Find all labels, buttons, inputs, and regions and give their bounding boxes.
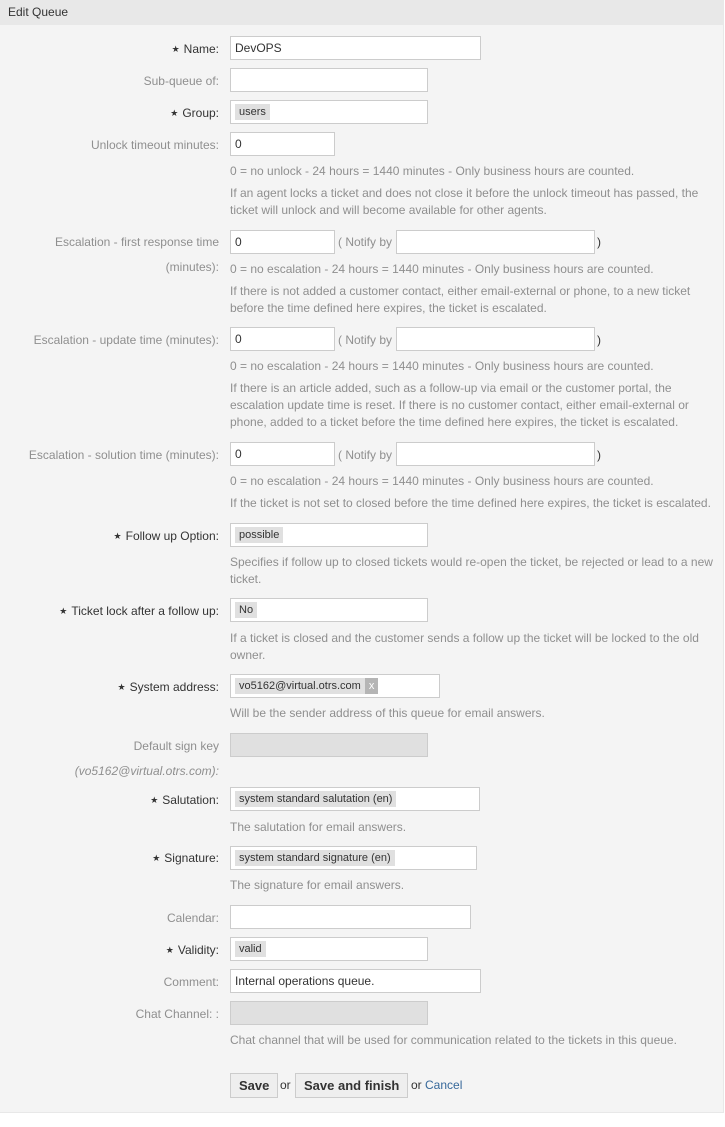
follow-up-selected-value: possible: [235, 527, 284, 543]
first-response-description: If there is not added a customer contact…: [230, 284, 691, 315]
required-star-icon: ★: [113, 531, 122, 542]
close-paren: ): [597, 333, 601, 347]
chat-channel-label: Chat Channel: :: [135, 1007, 219, 1021]
validity-select[interactable]: valid: [230, 937, 428, 961]
subqueue-select[interactable]: [230, 68, 428, 92]
first-response-label: Escalation - first response time: [54, 235, 219, 249]
update-time-notify-select[interactable]: [396, 327, 595, 351]
chat-channel-select[interactable]: [230, 1001, 428, 1025]
notify-by-label: ( Notify by: [338, 235, 393, 249]
unlock-timeout-description: If an agent locks a ticket and does not …: [230, 186, 699, 217]
required-star-icon: ★: [150, 795, 159, 806]
cancel-link[interactable]: Cancel: [425, 1078, 462, 1092]
signature-selected-value: system standard signature (en): [235, 850, 395, 866]
name-input[interactable]: DevOPS: [230, 36, 481, 60]
signature-description: The signature for email answers.: [230, 878, 405, 892]
solution-time-notify-select[interactable]: [396, 442, 595, 466]
first-response-notify-select[interactable]: [396, 230, 595, 254]
unlock-timeout-hint: 0 = no unlock - 24 hours = 1440 minutes …: [230, 164, 635, 178]
first-response-time-input[interactable]: 0: [230, 230, 335, 254]
save-and-finish-button[interactable]: Save and finish: [295, 1073, 409, 1098]
solution-time-input[interactable]: 0: [230, 442, 335, 466]
salutation-selected-value: system standard salutation (en): [235, 791, 397, 807]
notify-by-label: ( Notify by: [338, 333, 393, 347]
close-paren: ): [597, 448, 601, 462]
ticket-lock-description: If a ticket is closed and the customer s…: [230, 631, 699, 662]
salutation-description: The salutation for email answers.: [230, 820, 407, 834]
group-label: ★ Group:: [170, 106, 219, 120]
solution-time-description: If the ticket is not set to closed befor…: [230, 496, 711, 510]
system-address-label: ★ System address:: [117, 680, 219, 694]
signature-label: ★ Signature:: [152, 851, 219, 865]
first-response-hint: 0 = no escalation - 24 hours = 1440 minu…: [230, 262, 654, 276]
update-time-description: If there is an article added, such as a …: [230, 381, 689, 429]
system-address-description: Will be the sender address of this queue…: [230, 706, 545, 720]
signature-select[interactable]: system standard signature (en): [230, 846, 477, 870]
calendar-label: Calendar:: [166, 911, 219, 925]
remove-selection-icon[interactable]: x: [364, 678, 379, 694]
calendar-select[interactable]: [230, 905, 471, 929]
close-paren: ): [597, 235, 601, 249]
edit-queue-panel: Edit Queue ★ Name: DevOPS Sub-queue of: ★…: [0, 0, 724, 1113]
follow-up-label: ★ Follow up Option:: [113, 529, 219, 543]
save-button[interactable]: Save: [230, 1073, 279, 1098]
chat-channel-description: Chat channel that will be used for commu…: [230, 1033, 677, 1047]
name-label: ★ Name:: [171, 42, 219, 56]
or-separator: or: [280, 1078, 291, 1092]
comment-input[interactable]: Internal operations queue.: [230, 969, 481, 993]
update-time-hint: 0 = no escalation - 24 hours = 1440 minu…: [230, 359, 654, 373]
follow-up-select[interactable]: possible: [230, 523, 428, 547]
required-star-icon: ★: [152, 853, 161, 864]
notify-by-label: ( Notify by: [338, 448, 393, 462]
ticket-lock-label: ★ Ticket lock after a follow up:: [59, 604, 219, 618]
unlock-timeout-label: Unlock timeout minutes:: [90, 138, 219, 152]
sign-key-label: Default sign key: [133, 739, 219, 753]
panel-title: Edit Queue: [0, 0, 723, 25]
required-star-icon: ★: [171, 44, 180, 55]
required-star-icon: ★: [59, 606, 68, 617]
subqueue-label: Sub-queue of:: [143, 74, 219, 88]
system-address-selected-value: vo5162@virtual.otrs.com x: [235, 678, 379, 694]
unlock-timeout-input[interactable]: 0: [230, 132, 335, 156]
salutation-select[interactable]: system standard salutation (en): [230, 787, 480, 811]
solution-time-label: Escalation - solution time (minutes):: [28, 448, 219, 462]
sign-key-select[interactable]: [230, 733, 428, 757]
sign-key-label-address: (vo5162@virtual.otrs.com):: [74, 764, 219, 778]
system-address-select[interactable]: vo5162@virtual.otrs.com x: [230, 674, 440, 698]
required-star-icon: ★: [165, 945, 174, 956]
ticket-lock-selected-value: No: [235, 602, 258, 618]
required-star-icon: ★: [117, 682, 126, 693]
comment-label: Comment:: [163, 975, 219, 989]
required-star-icon: ★: [170, 108, 179, 119]
update-time-input[interactable]: 0: [230, 327, 335, 351]
first-response-label-unit: (minutes):: [165, 260, 219, 274]
validity-selected-value: valid: [235, 941, 266, 957]
group-select[interactable]: users: [230, 100, 428, 124]
group-selected-value: users: [235, 104, 270, 120]
update-time-label: Escalation - update time (minutes):: [33, 333, 219, 347]
follow-up-description: Specifies if follow up to closed tickets…: [230, 555, 713, 586]
or-separator: or: [411, 1078, 422, 1092]
salutation-label: ★ Salutation:: [150, 793, 219, 807]
solution-time-hint: 0 = no escalation - 24 hours = 1440 minu…: [230, 474, 654, 488]
validity-label: ★ Validity:: [165, 943, 219, 957]
ticket-lock-select[interactable]: No: [230, 598, 428, 622]
